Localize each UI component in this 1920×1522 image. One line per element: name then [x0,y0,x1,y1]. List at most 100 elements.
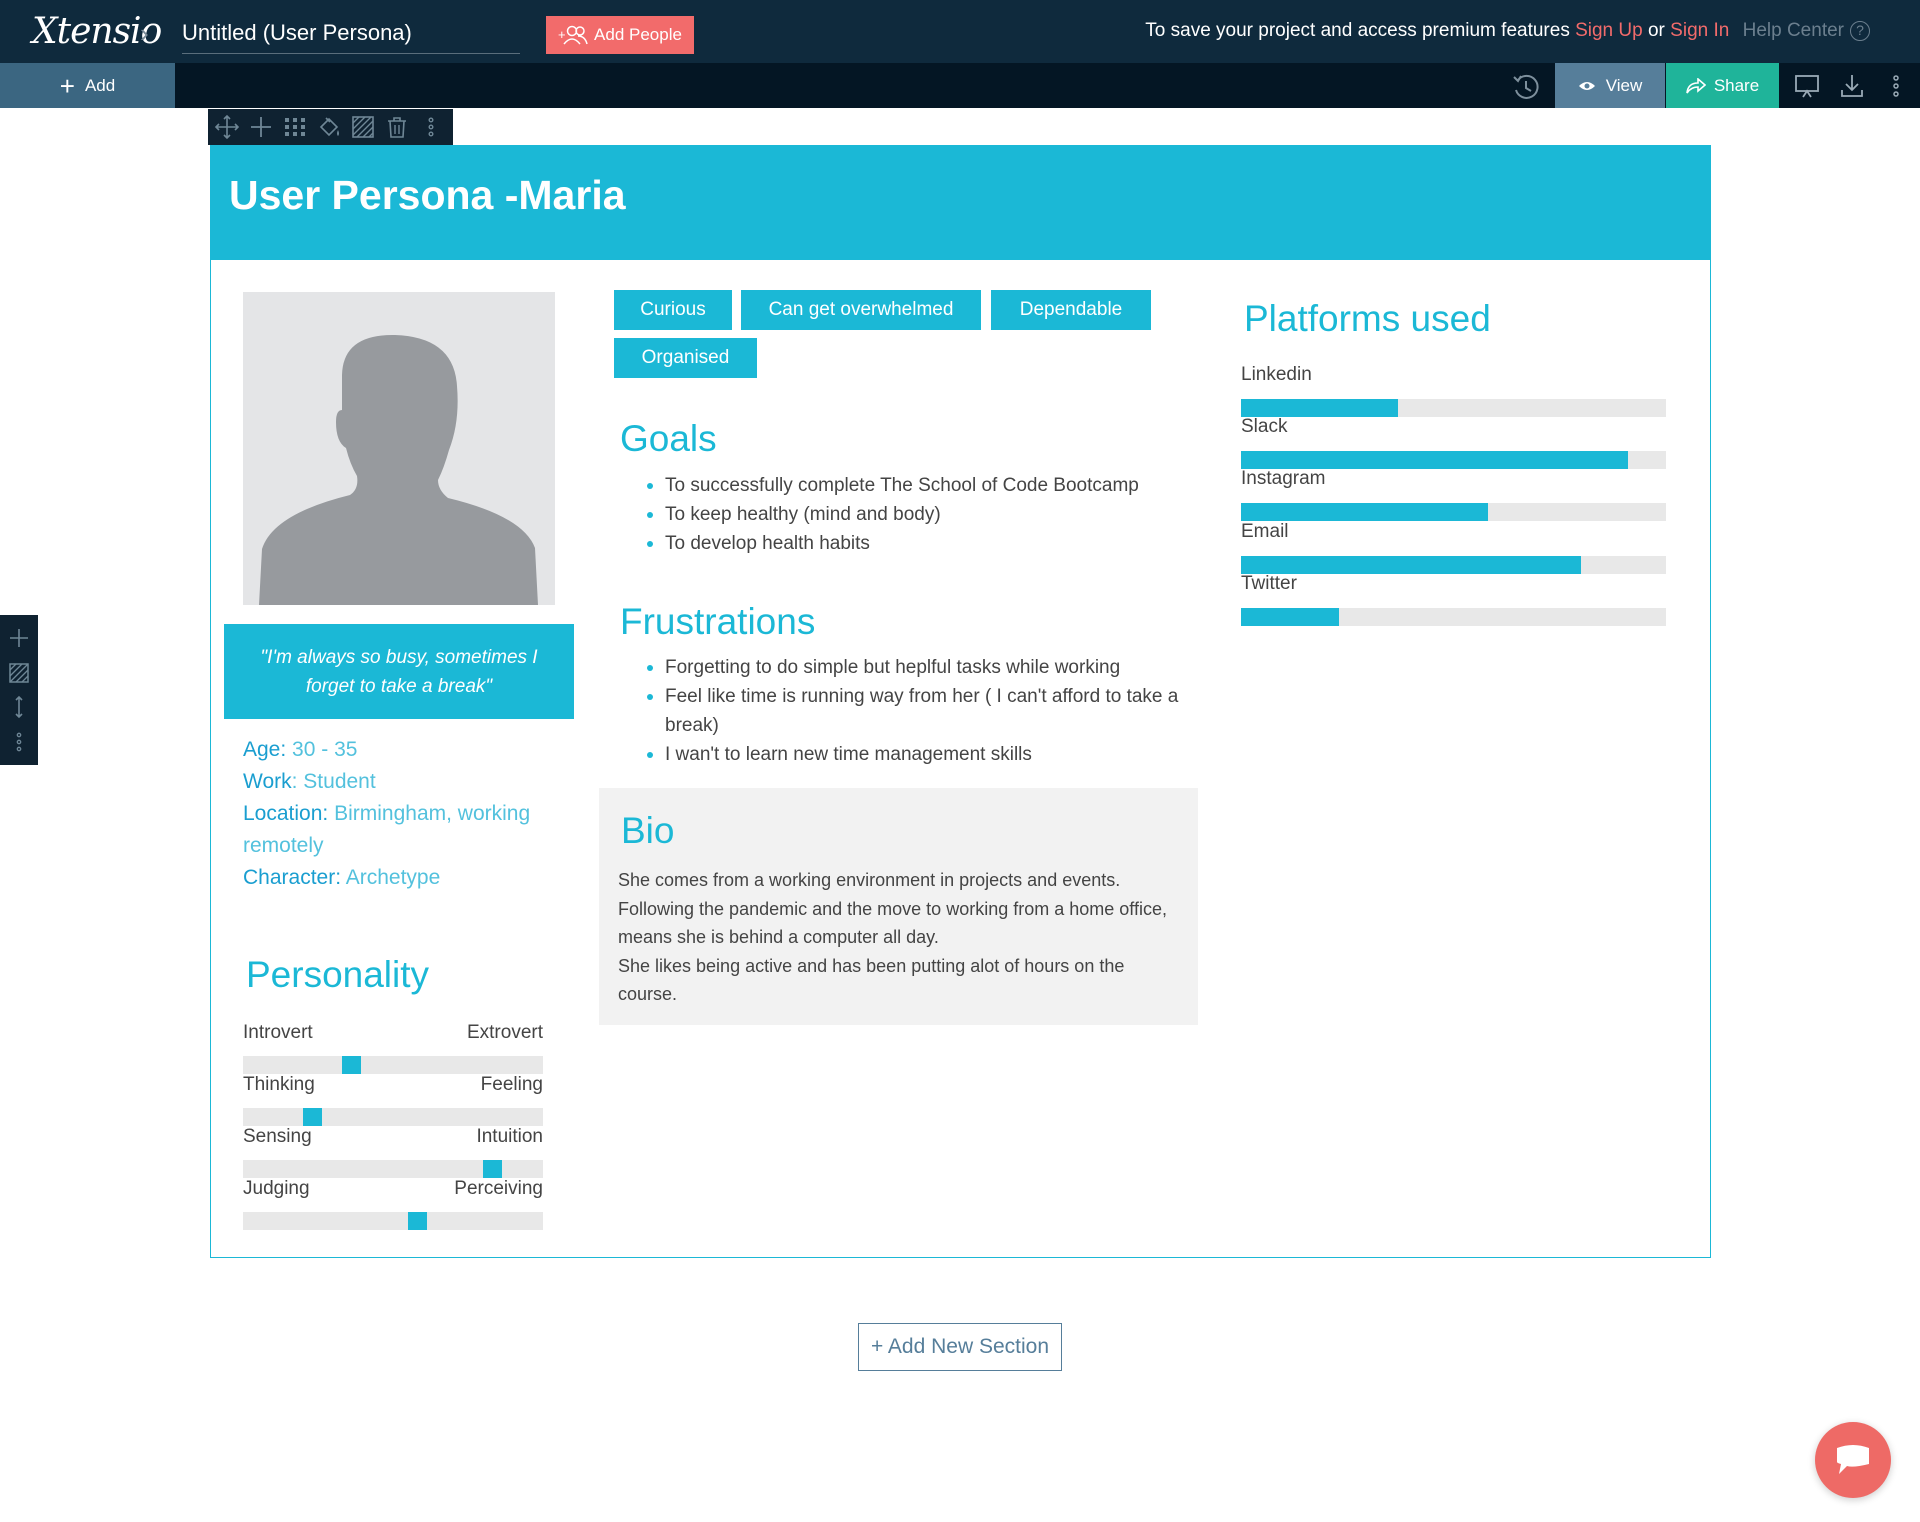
sign-in-link[interactable]: Sign In [1670,20,1729,41]
trait-right-label: Intuition [476,1126,543,1147]
view-button[interactable]: View [1555,63,1665,108]
avatar-placeholder-icon [259,334,538,605]
more-vertical-icon[interactable] [7,730,31,754]
platform-item[interactable]: Linkedin [1241,364,1666,417]
platform-bar[interactable] [1241,608,1666,626]
trait-slider-handle[interactable] [408,1212,427,1230]
help-center-link[interactable]: Help Center [1743,20,1844,41]
trait-slider[interactable] [243,1056,543,1074]
trait-right-label: Extrovert [466,1022,543,1043]
info-label: Age: [243,738,287,761]
grid-icon[interactable] [282,114,308,140]
resize-vertical-icon[interactable] [7,695,31,719]
trait-slider[interactable] [243,1108,543,1126]
trait-slider-handle[interactable] [483,1160,502,1178]
personality-trait[interactable]: Introvert Extrovert [243,1022,543,1074]
platform-name: Linkedin [1241,364,1312,385]
trash-icon[interactable] [384,114,410,140]
add-people-label: Add People [594,25,682,44]
persona-photo[interactable] [243,292,555,605]
persona-quote[interactable]: "I'm always so busy, sometimes I forget … [224,624,574,719]
platform-name: Instagram [1241,468,1326,489]
personality-trait[interactable]: Judging Perceiving [243,1178,543,1230]
frustrations-list[interactable]: Forgetting to do simple but heplful task… [641,653,1196,769]
section-toolbar [208,109,453,145]
save-message-text: To save your project and access premium … [1145,20,1570,41]
move-icon[interactable] [214,114,240,140]
platform-bar[interactable] [1241,556,1666,574]
question-icon[interactable]: ? [1850,21,1870,41]
trait-tag[interactable]: Dependable [991,290,1151,330]
chevron-right-icon: › [140,18,149,48]
chat-button[interactable] [1815,1422,1891,1498]
personality-heading[interactable]: Personality [246,954,429,996]
add-new-section-button[interactable]: + Add New Section [858,1323,1062,1371]
info-label: Character: [243,866,342,889]
platform-bar[interactable] [1241,503,1666,521]
list-item: To develop health habits [641,529,1196,558]
view-button-label: View [1605,75,1643,95]
platform-item[interactable]: Email [1241,521,1666,574]
add-people-button[interactable]: + Add People [546,16,694,54]
trait-right-label: Perceiving [454,1178,543,1199]
list-item: I wan't to learn new time management ski… [641,740,1196,769]
persona-card[interactable]: User Persona -Maria "I'm always so busy,… [210,145,1711,1258]
present-icon[interactable] [1793,72,1821,100]
trait-left-label: Judging [243,1178,310,1199]
platform-item[interactable]: Slack [1241,416,1666,469]
paint-bucket-icon[interactable] [316,114,342,140]
plus-icon[interactable] [7,626,31,650]
info-value: Archetype [345,866,441,889]
bio-paragraph: She likes being active and has been putt… [618,955,1125,1005]
goals-list[interactable]: To successfully complete The School of C… [641,471,1196,558]
trait-slider[interactable] [243,1212,543,1230]
editor-toolbar: + Add View Share [0,63,1920,108]
personality-trait[interactable]: Thinking Feeling [243,1074,543,1126]
bio-text[interactable]: She comes from a working environment in … [618,866,1183,1009]
share-button[interactable]: Share [1666,63,1779,108]
info-character: Character: Archetype [243,862,563,894]
goals-heading[interactable]: Goals [620,418,717,460]
history-icon[interactable] [1510,71,1542,103]
trait-slider-handle[interactable] [342,1056,361,1074]
platform-bar[interactable] [1241,399,1666,417]
trait-slider-handle[interactable] [303,1108,322,1126]
info-location: Location: Birmingham, working remotely [243,798,563,862]
trait-tag[interactable]: Organised [614,338,757,378]
trait-tag[interactable]: Can get overwhelmed [741,290,981,330]
info-label: Work [243,770,292,793]
download-icon[interactable] [1838,72,1866,100]
background-pattern-icon[interactable] [7,661,31,685]
more-vertical-icon[interactable] [1882,72,1910,100]
platforms-heading[interactable]: Platforms used [1244,298,1491,340]
persona-info[interactable]: Age: 30 - 35 Work: Student Location: Bir… [243,734,563,894]
frustrations-heading[interactable]: Frustrations [620,601,815,643]
persona-header: User Persona -Maria [211,146,1710,260]
platform-bar[interactable] [1241,451,1666,469]
info-value: : Student [291,770,376,793]
add-button-label: Add [84,75,116,95]
chat-bubble-icon [1837,1445,1869,1474]
sign-up-link[interactable]: Sign Up [1575,20,1643,41]
document-title-input[interactable]: Untitled (User Persona) [182,16,520,54]
info-work: Work: Student [243,766,563,798]
share-icon [1686,77,1706,93]
trait-left-label: Sensing [243,1126,312,1147]
save-message: To save your project and access premium … [1145,20,1870,42]
background-pattern-icon[interactable] [350,114,376,140]
bio-section[interactable]: Bio She comes from a working environment… [599,788,1198,1025]
platform-name: Slack [1241,416,1288,437]
more-vertical-icon[interactable] [418,114,444,140]
list-item: Forgetting to do simple but heplful task… [641,653,1196,682]
bio-paragraph: She comes from a working environment in … [618,870,1167,947]
persona-title[interactable]: User Persona -Maria [229,172,626,219]
plus-icon[interactable] [248,114,274,140]
trait-tag[interactable]: Curious [614,290,732,330]
platform-item[interactable]: Instagram [1241,468,1666,521]
add-button[interactable]: + Add [0,63,175,108]
trait-slider[interactable] [243,1160,543,1178]
platform-bar-fill [1241,503,1488,521]
info-label: Location: [243,802,329,825]
platform-item[interactable]: Twitter [1241,573,1666,626]
personality-trait[interactable]: Sensing Intuition [243,1126,543,1178]
